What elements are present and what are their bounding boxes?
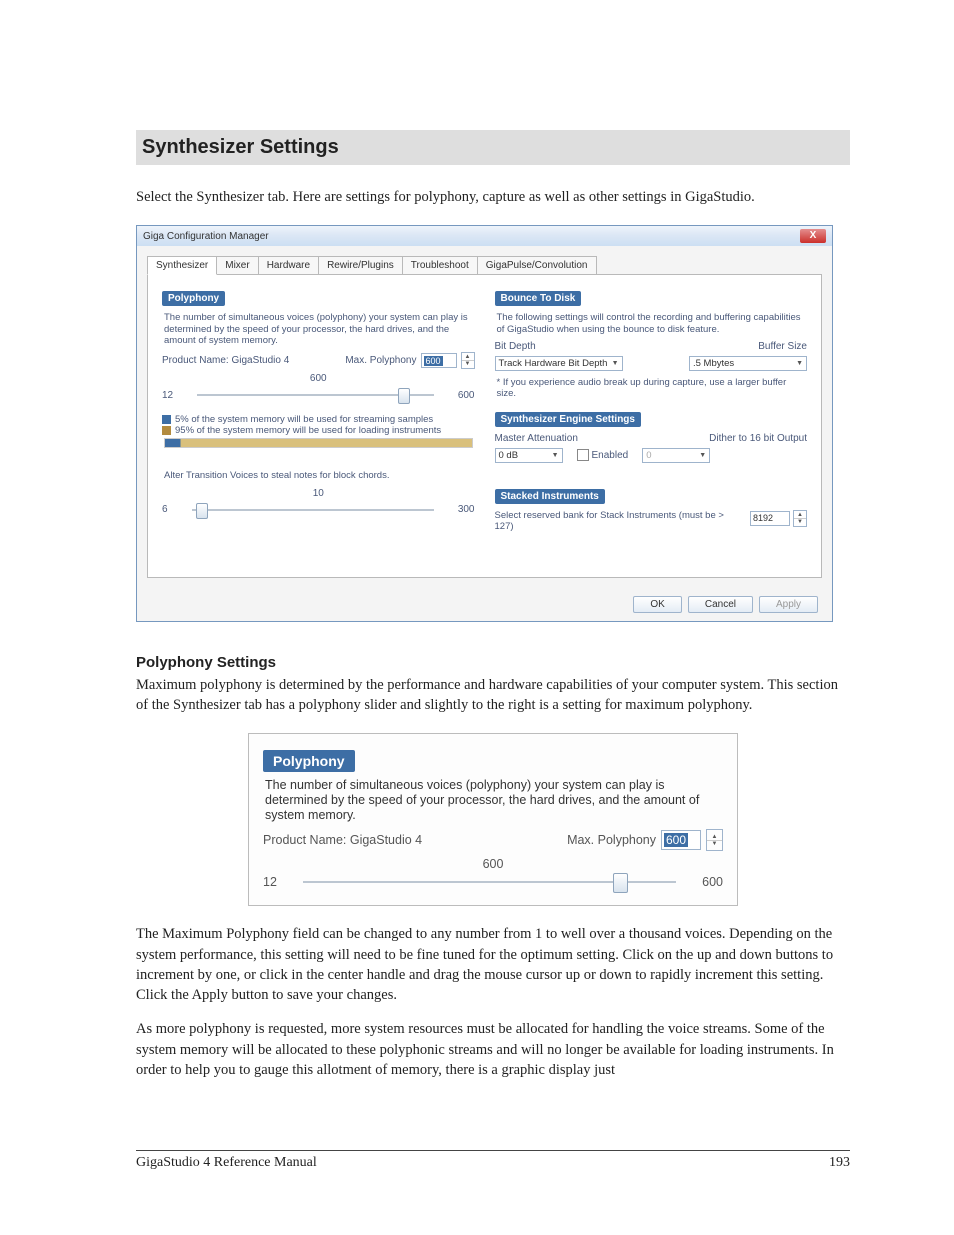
dither-label: Dither to 16 bit Output: [709, 433, 807, 444]
max-polyphony-input[interactable]: 600: [421, 353, 457, 368]
cancel-button[interactable]: Cancel: [688, 596, 753, 613]
polyphony-slider-min: 12: [162, 390, 173, 401]
inset-slider-min: 12: [263, 875, 277, 889]
tab-rewire[interactable]: Rewire/Plugins: [318, 256, 403, 274]
chevron-down-icon: ▼: [612, 360, 619, 367]
intro-text: Select the Synthesizer tab. Here are set…: [136, 187, 850, 207]
master-att-dropdown[interactable]: 0 dB▼: [495, 448, 563, 463]
footer-left: GigaStudio 4 Reference Manual: [136, 1155, 317, 1171]
bit-depth-dropdown[interactable]: Track Hardware Bit Depth▼: [495, 356, 623, 371]
polyphony-slider[interactable]: [197, 388, 434, 402]
polyphony-slider-max: 600: [458, 390, 475, 401]
chevron-down-icon: ▼: [552, 452, 559, 459]
legend-streaming: 5% of the system memory will be used for…: [175, 414, 433, 425]
chevron-down-icon: ▼: [699, 452, 706, 459]
inset-slider-max: 600: [702, 875, 723, 889]
legend-loading-box: [162, 426, 171, 435]
max-polyphony-spinner[interactable]: ▲▼: [461, 352, 475, 369]
stacked-desc: Select reserved bank for Stack Instrumen…: [495, 510, 745, 533]
stacked-bank-spinner[interactable]: ▲▼: [793, 510, 807, 527]
product-name-label: Product Name: GigaStudio 4: [162, 355, 289, 366]
dialog-titlebar: Giga Configuration Manager X: [137, 226, 832, 246]
polyphony-desc: The number of simultaneous voices (polyp…: [164, 312, 473, 346]
ok-button[interactable]: OK: [633, 596, 681, 613]
inset-header: Polyphony: [263, 750, 355, 772]
chevron-down-icon: ▼: [796, 360, 803, 367]
tab-synthesizer[interactable]: Synthesizer: [147, 256, 217, 275]
engine-panel-header: Synthesizer Engine Settings: [495, 412, 641, 427]
section-heading: Synthesizer Settings: [136, 130, 850, 165]
inset-slider[interactable]: [303, 875, 676, 889]
tab-troubleshoot[interactable]: Troubleshoot: [402, 256, 478, 274]
poly-text-2: The Maximum Polyphony field can be chang…: [136, 924, 850, 1005]
stacked-bank-input[interactable]: 8192: [750, 511, 790, 526]
inset-desc: The number of simultaneous voices (polyp…: [265, 778, 721, 823]
dialog-title: Giga Configuration Manager: [143, 231, 269, 242]
enabled-label: Enabled: [592, 450, 629, 461]
transition-slider-min: 6: [162, 504, 168, 515]
config-dialog: Giga Configuration Manager X Synthesizer…: [136, 225, 833, 621]
footer-page-number: 193: [829, 1155, 850, 1171]
dialog-buttons: OK Cancel Apply: [137, 588, 832, 621]
poly-text-3: As more polyphony is requested, more sys…: [136, 1019, 850, 1080]
memory-usage-bar: [164, 438, 473, 448]
transition-slider-center-label: 10: [162, 488, 475, 499]
bounce-note: * If you experience audio break up durin…: [497, 377, 806, 400]
apply-button[interactable]: Apply: [759, 596, 818, 613]
tab-gigapulse[interactable]: GigaPulse/Convolution: [477, 256, 597, 274]
polyphony-slider-center-label: 600: [162, 373, 475, 384]
max-polyphony-label: Max. Polyphony: [345, 355, 416, 366]
transition-note: Alter Transition Voices to steal notes f…: [164, 470, 473, 481]
tab-hardware[interactable]: Hardware: [258, 256, 319, 274]
buffer-size-dropdown[interactable]: .5 Mbytes▼: [689, 356, 807, 371]
inset-max-poly-input[interactable]: 600: [661, 830, 701, 850]
tab-mixer[interactable]: Mixer: [216, 256, 258, 274]
master-att-label: Master Attenuation: [495, 433, 578, 444]
polyphony-panel-header: Polyphony: [162, 291, 225, 306]
tab-strip: Synthesizer Mixer Hardware Rewire/Plugin…: [147, 256, 822, 275]
legend-streaming-box: [162, 415, 171, 424]
footer: GigaStudio 4 Reference Manual 193: [136, 1150, 850, 1171]
bounce-desc: The following settings will control the …: [497, 312, 806, 335]
dither-enabled-checkbox[interactable]: [577, 449, 589, 461]
tab-page: Polyphony The number of simultaneous voi…: [147, 275, 822, 577]
inset-max-poly-spinner[interactable]: ▲▼: [706, 829, 723, 851]
poly-text-1: Maximum polyphony is determined by the p…: [136, 675, 850, 716]
inset-product-name: Product Name: GigaStudio 4: [263, 833, 422, 847]
polyphony-inset: Polyphony The number of simultaneous voi…: [248, 733, 738, 906]
bit-depth-label: Bit Depth: [495, 341, 536, 352]
inset-slider-center: 600: [263, 857, 723, 871]
transition-slider[interactable]: [192, 503, 434, 517]
close-icon[interactable]: X: [800, 229, 826, 243]
stacked-panel-header: Stacked Instruments: [495, 489, 605, 504]
buffer-size-label: Buffer Size: [758, 341, 807, 352]
bounce-panel-header: Bounce To Disk: [495, 291, 582, 306]
dither-value-dropdown[interactable]: 0▼: [642, 448, 710, 463]
legend-loading: 95% of the system memory will be used fo…: [175, 425, 441, 436]
polyphony-subheading: Polyphony Settings: [136, 654, 850, 671]
transition-slider-max: 300: [458, 504, 475, 515]
inset-max-poly-label: Max. Polyphony: [567, 833, 656, 847]
